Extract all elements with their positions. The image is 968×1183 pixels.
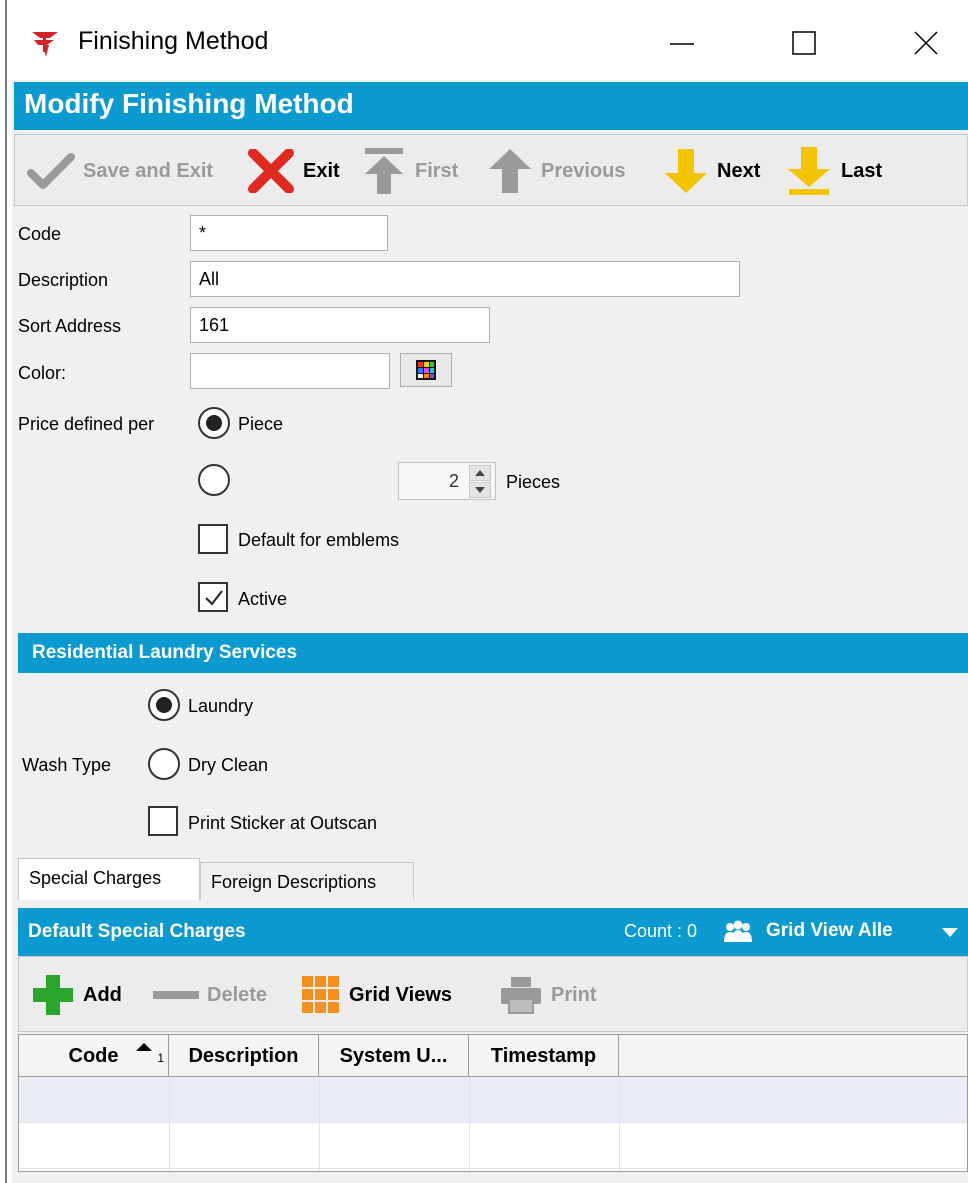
- save-and-exit-button[interactable]: Save and Exit: [27, 143, 213, 199]
- active-checkbox[interactable]: [198, 582, 228, 612]
- price-defined-label: Price defined per: [18, 414, 155, 434]
- price-piece-label: Piece: [238, 414, 284, 434]
- code-field[interactable]: [190, 215, 388, 251]
- table-row[interactable]: [19, 1123, 967, 1169]
- column-divider: [469, 1077, 470, 1171]
- add-button[interactable]: Add: [31, 971, 122, 1019]
- grid-title: Default Special Charges: [28, 921, 246, 942]
- record-toolbar: Save and Exit Exit First Previous Next L…: [14, 134, 968, 206]
- active-label: Active: [238, 589, 288, 609]
- laundry-radio[interactable]: [148, 689, 180, 721]
- minus-icon: [153, 991, 199, 999]
- first-button[interactable]: First: [361, 143, 458, 199]
- finishing-method-window: Finishing Method Modify Finishing Method…: [12, 0, 968, 1183]
- column-header-code-label: Code: [68, 1045, 119, 1067]
- checkmark-icon: [27, 153, 75, 189]
- special-charges-grid[interactable]: Code 1 Description System U... Timestamp: [18, 1034, 968, 1172]
- next-button[interactable]: Next: [663, 143, 760, 199]
- price-pieces-radio[interactable]: [198, 464, 230, 496]
- description-label: Description: [18, 270, 109, 290]
- grid-view-selector[interactable]: Grid View Alle: [766, 920, 893, 942]
- exit-label: Exit: [303, 159, 340, 182]
- window-title: Finishing Method: [78, 27, 269, 55]
- page-header: Modify Finishing Method: [14, 82, 968, 130]
- delete-label: Delete: [207, 983, 268, 1006]
- left-window-edge: [0, 0, 10, 1183]
- sort-address-label: Sort Address: [18, 316, 122, 336]
- last-button[interactable]: Last: [785, 143, 882, 199]
- previous-label: Previous: [541, 159, 626, 182]
- default-emblems-label: Default for emblems: [238, 530, 400, 550]
- sort-address-field[interactable]: [190, 307, 490, 343]
- color-field[interactable]: [190, 353, 390, 389]
- app-logo-icon: [32, 32, 58, 57]
- maximize-icon[interactable]: [774, 18, 834, 68]
- next-label: Next: [717, 159, 761, 182]
- save-and-exit-label: Save and Exit: [83, 159, 214, 182]
- exit-button[interactable]: Exit: [247, 143, 340, 199]
- delete-button[interactable]: Delete: [153, 971, 267, 1019]
- close-icon[interactable]: [896, 18, 956, 68]
- grid-views-label: Grid Views: [349, 983, 453, 1006]
- default-emblems-checkbox[interactable]: [198, 524, 228, 554]
- first-label: First: [415, 159, 459, 182]
- down-arrow-icon: [665, 149, 707, 193]
- laundry-label: Laundry: [188, 696, 254, 716]
- sort-ascending-icon: [136, 1043, 152, 1051]
- column-header-code[interactable]: Code 1: [19, 1035, 169, 1077]
- print-button[interactable]: Print: [499, 971, 597, 1019]
- description-field[interactable]: [190, 261, 740, 297]
- tab-special-charges[interactable]: Special Charges: [18, 858, 200, 900]
- residential-section-title: Residential Laundry Services: [32, 642, 298, 663]
- grid-count: Count : 0: [624, 921, 698, 941]
- grid-icon: [302, 976, 339, 1013]
- column-header-timestamp[interactable]: Timestamp: [469, 1035, 619, 1077]
- spin-up-icon[interactable]: [469, 465, 491, 481]
- column-divider: [319, 1077, 320, 1171]
- print-sticker-label: Print Sticker at Outscan: [188, 813, 378, 833]
- last-label: Last: [841, 159, 883, 182]
- pieces-label: Pieces: [506, 472, 561, 492]
- dry-clean-label: Dry Clean: [188, 755, 269, 775]
- column-header-system-user[interactable]: System U...: [319, 1035, 469, 1077]
- minimize-icon[interactable]: [652, 18, 712, 68]
- plus-icon: [33, 975, 73, 1015]
- color-palette-icon: [416, 360, 436, 380]
- checkmark-icon: [205, 590, 223, 606]
- color-picker-button[interactable]: [400, 353, 452, 387]
- column-divider: [169, 1077, 170, 1171]
- table-row[interactable]: [19, 1077, 967, 1123]
- first-record-icon: [365, 148, 403, 194]
- color-label: Color:: [18, 363, 67, 383]
- column-header-filler: [619, 1035, 967, 1077]
- residential-section-header: Residential Laundry Services: [18, 633, 968, 673]
- code-label: Code: [18, 224, 62, 244]
- up-arrow-icon: [489, 149, 531, 193]
- chevron-down-icon[interactable]: [940, 926, 960, 938]
- title-bar: Finishing Method: [12, 0, 968, 80]
- page-title: Modify Finishing Method: [24, 88, 354, 119]
- grid-views-button[interactable]: Grid Views: [301, 971, 452, 1019]
- price-piece-radio[interactable]: [198, 407, 230, 439]
- column-divider: [619, 1077, 620, 1171]
- previous-button[interactable]: Previous: [487, 143, 625, 199]
- column-header-description[interactable]: Description: [169, 1035, 319, 1077]
- last-record-icon: [788, 147, 830, 195]
- dry-clean-radio[interactable]: [148, 748, 180, 780]
- spin-down-icon[interactable]: [469, 482, 491, 498]
- pieces-spinner[interactable]: 2: [398, 462, 496, 500]
- printer-icon: [501, 977, 541, 1014]
- grid-toolbar: Add Delete Grid Views Print: [18, 956, 968, 1032]
- wash-type-label: Wash Type: [22, 755, 112, 775]
- pieces-count-value: 2: [448, 471, 459, 491]
- print-label: Print: [551, 983, 597, 1006]
- users-icon: [724, 920, 752, 942]
- sort-order-indicator: 1: [157, 1051, 164, 1065]
- print-sticker-checkbox[interactable]: [148, 806, 178, 836]
- red-x-icon: [248, 149, 294, 193]
- grid-header: Default Special Charges Count : 0 Grid V…: [18, 908, 968, 956]
- add-label: Add: [83, 983, 122, 1006]
- tab-foreign-descriptions[interactable]: Foreign Descriptions: [200, 862, 414, 900]
